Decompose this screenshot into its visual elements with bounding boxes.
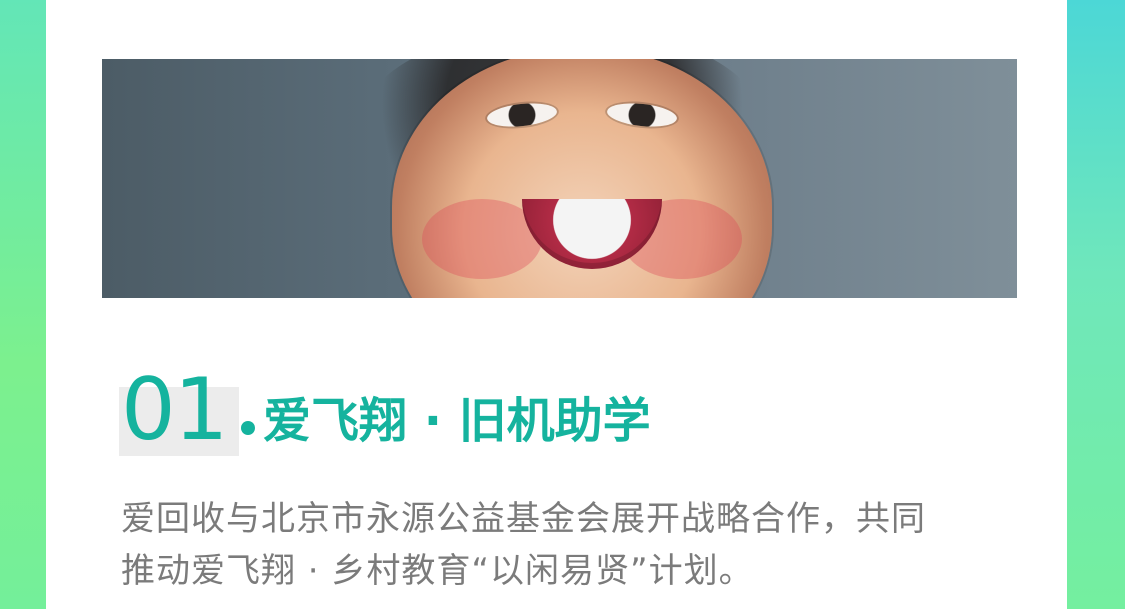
left-decorative-border xyxy=(0,0,46,609)
section-title: 爱飞翔 · 旧机助学 xyxy=(263,393,651,449)
section-body-line: 推动爱飞翔 · 乡村教育“以闲易贤”计划。 xyxy=(121,551,754,591)
content-card: 01 爱飞翔 · 旧机助学 爱回收与北京市永源公益基金会展开战略合作，共同 推动… xyxy=(46,0,1067,609)
section-number-block: 01 xyxy=(119,360,239,460)
hero-photo xyxy=(102,59,1017,298)
section-number: 01 xyxy=(121,360,228,460)
right-decorative-border xyxy=(1067,0,1125,609)
section-heading: 01 爱飞翔 · 旧机助学 xyxy=(119,343,651,460)
photo-eye-left xyxy=(486,100,558,130)
photo-eye-right xyxy=(606,100,678,130)
section-body: 爱回收与北京市永源公益基金会展开战略合作，共同 推动爱飞翔 · 乡村教育“以闲易… xyxy=(121,493,1021,597)
photo-face xyxy=(392,59,772,298)
section-number-dot xyxy=(241,421,255,435)
section-body-line: 爱回收与北京市永源公益基金会展开战略合作，共同 xyxy=(121,499,926,539)
